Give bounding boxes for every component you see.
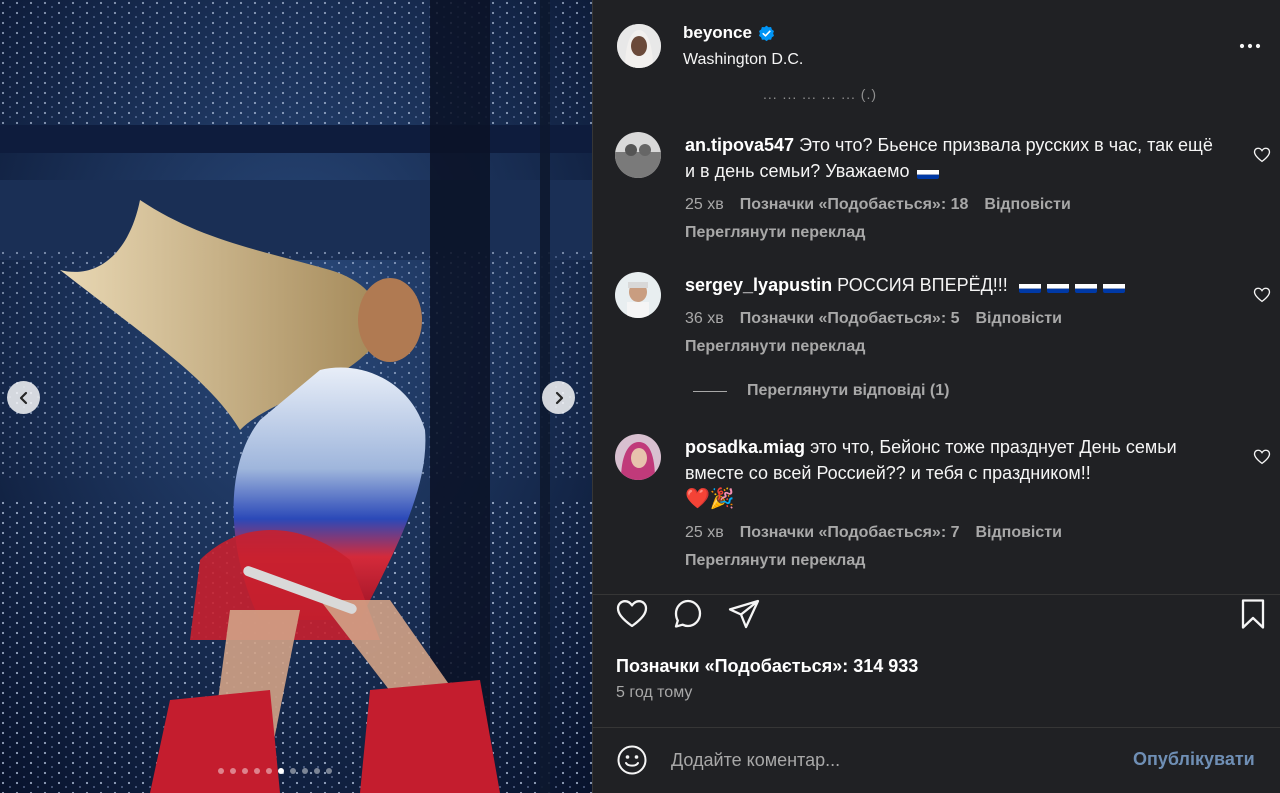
comment-time[interactable]: 25 хв bbox=[685, 520, 724, 546]
russian-flag-emoji bbox=[916, 165, 939, 180]
emoji-smiley-icon[interactable] bbox=[616, 744, 648, 776]
comment-bubble-icon[interactable] bbox=[671, 597, 705, 631]
carousel-dot bbox=[290, 768, 296, 774]
reply-button[interactable]: Відповісти bbox=[984, 192, 1070, 218]
carousel-dot bbox=[314, 768, 320, 774]
author-avatar[interactable] bbox=[617, 24, 661, 68]
commenter-username[interactable]: sergey_lyapustin bbox=[685, 275, 832, 295]
carousel-dot bbox=[302, 768, 308, 774]
section-divider bbox=[593, 594, 1280, 595]
commenter-avatar[interactable] bbox=[615, 434, 661, 480]
instagram-post-view: beyonce Washington D.C. ... ... ... ... … bbox=[0, 0, 1280, 793]
post-timestamp[interactable]: 5 год тому bbox=[616, 684, 692, 702]
save-bookmark-icon[interactable] bbox=[1236, 597, 1270, 631]
russian-flag-emoji bbox=[1018, 279, 1041, 294]
carousel-dot bbox=[242, 768, 248, 774]
view-replies-label: Переглянути відповіді (1) bbox=[747, 382, 950, 399]
russian-flag-emoji bbox=[1102, 279, 1125, 294]
comment-body: posadka.miag это что, Бейонс тоже праздн… bbox=[685, 434, 1225, 574]
comment-meta: 25 хв Позначки «Подобається»: 18 Відпові… bbox=[685, 192, 1225, 218]
carousel-dot bbox=[230, 768, 236, 774]
carousel-dot bbox=[278, 768, 284, 774]
comment-composer: Опублікувати bbox=[593, 727, 1280, 793]
like-heart-icon[interactable] bbox=[615, 597, 649, 631]
avatar-image bbox=[617, 24, 661, 68]
commenter-avatar[interactable] bbox=[615, 272, 661, 318]
comment-emoji: ❤️🎉 bbox=[685, 488, 735, 510]
comment-meta: 36 хв Позначки «Подобається»: 5 Відповіс… bbox=[685, 306, 1225, 332]
comment-body: sergey_lyapustin РОССИЯ ВПЕРЁД!!! 36 хв … bbox=[685, 272, 1225, 360]
concert-photo bbox=[0, 0, 592, 793]
chevron-right-icon bbox=[555, 391, 563, 404]
comment-likes[interactable]: Позначки «Подобається»: 18 bbox=[740, 192, 969, 218]
avatar-image bbox=[615, 434, 661, 480]
comment-like-heart-icon[interactable] bbox=[1253, 146, 1271, 164]
replies-divider-line bbox=[693, 390, 727, 392]
russian-flag-emoji bbox=[1046, 279, 1069, 294]
russian-flag-emoji bbox=[1074, 279, 1097, 294]
post-location[interactable]: Washington D.C. bbox=[683, 51, 803, 69]
author-username[interactable]: beyonce bbox=[683, 23, 775, 43]
commenter-username[interactable]: an.tipova547 bbox=[685, 135, 794, 155]
carousel-dot bbox=[326, 768, 332, 774]
comment-likes[interactable]: Позначки «Подобається»: 7 bbox=[740, 520, 960, 546]
flag-emoji-group bbox=[1013, 275, 1125, 295]
comment-time[interactable]: 36 хв bbox=[685, 306, 724, 332]
publish-button[interactable]: Опублікувати bbox=[1133, 749, 1255, 770]
see-translation-button[interactable]: Переглянути переклад bbox=[685, 220, 1225, 246]
carousel-next-button[interactable] bbox=[542, 381, 575, 414]
comment-text: РОССИЯ ВПЕРЁД!!! bbox=[837, 275, 1008, 295]
share-send-icon[interactable] bbox=[727, 597, 761, 631]
post-side-panel: beyonce Washington D.C. ... ... ... ... … bbox=[592, 0, 1280, 793]
see-translation-button[interactable]: Переглянути переклад bbox=[685, 548, 1225, 574]
see-translation-button[interactable]: Переглянути переклад bbox=[685, 334, 1225, 360]
carousel-prev-button[interactable] bbox=[7, 381, 40, 414]
post-likes-count[interactable]: Позначки «Подобається»: 314 933 bbox=[616, 656, 918, 677]
comment-like-heart-icon[interactable] bbox=[1253, 286, 1271, 304]
carousel-dot bbox=[218, 768, 224, 774]
commenter-username[interactable]: posadka.miag bbox=[685, 437, 805, 457]
post-header: beyonce Washington D.C. ... ... ... ... … bbox=[593, 0, 1280, 102]
avatar-image bbox=[615, 132, 661, 178]
carousel-dot bbox=[254, 768, 260, 774]
reply-button[interactable]: Відповісти bbox=[976, 520, 1062, 546]
post-actions bbox=[593, 597, 1280, 637]
verified-badge-icon bbox=[759, 25, 774, 41]
clipped-previous-comment: ... ... ... ... ... (.) bbox=[763, 86, 878, 102]
reply-button[interactable]: Відповісти bbox=[976, 306, 1062, 332]
comment-meta: 25 хв Позначки «Подобається»: 7 Відповіс… bbox=[685, 520, 1225, 546]
author-username-text: beyonce bbox=[683, 23, 752, 42]
comment-like-heart-icon[interactable] bbox=[1253, 448, 1271, 466]
avatar-image bbox=[615, 272, 661, 318]
carousel-indicator bbox=[218, 768, 332, 774]
commenter-avatar[interactable] bbox=[615, 132, 661, 178]
more-options-icon[interactable] bbox=[1238, 36, 1262, 56]
comment-input[interactable] bbox=[671, 745, 1111, 775]
view-replies-button[interactable]: Переглянути відповіді (1) bbox=[693, 382, 949, 400]
carousel-dot bbox=[266, 768, 272, 774]
comments-list: an.tipova547 Это что? Бьенсе призвала ру… bbox=[593, 94, 1280, 594]
comment-time[interactable]: 25 хв bbox=[685, 192, 724, 218]
post-media[interactable] bbox=[0, 0, 592, 793]
chevron-left-icon bbox=[19, 391, 27, 404]
comment-body: an.tipova547 Это что? Бьенсе призвала ру… bbox=[685, 132, 1225, 246]
comment-likes[interactable]: Позначки «Подобається»: 5 bbox=[740, 306, 960, 332]
